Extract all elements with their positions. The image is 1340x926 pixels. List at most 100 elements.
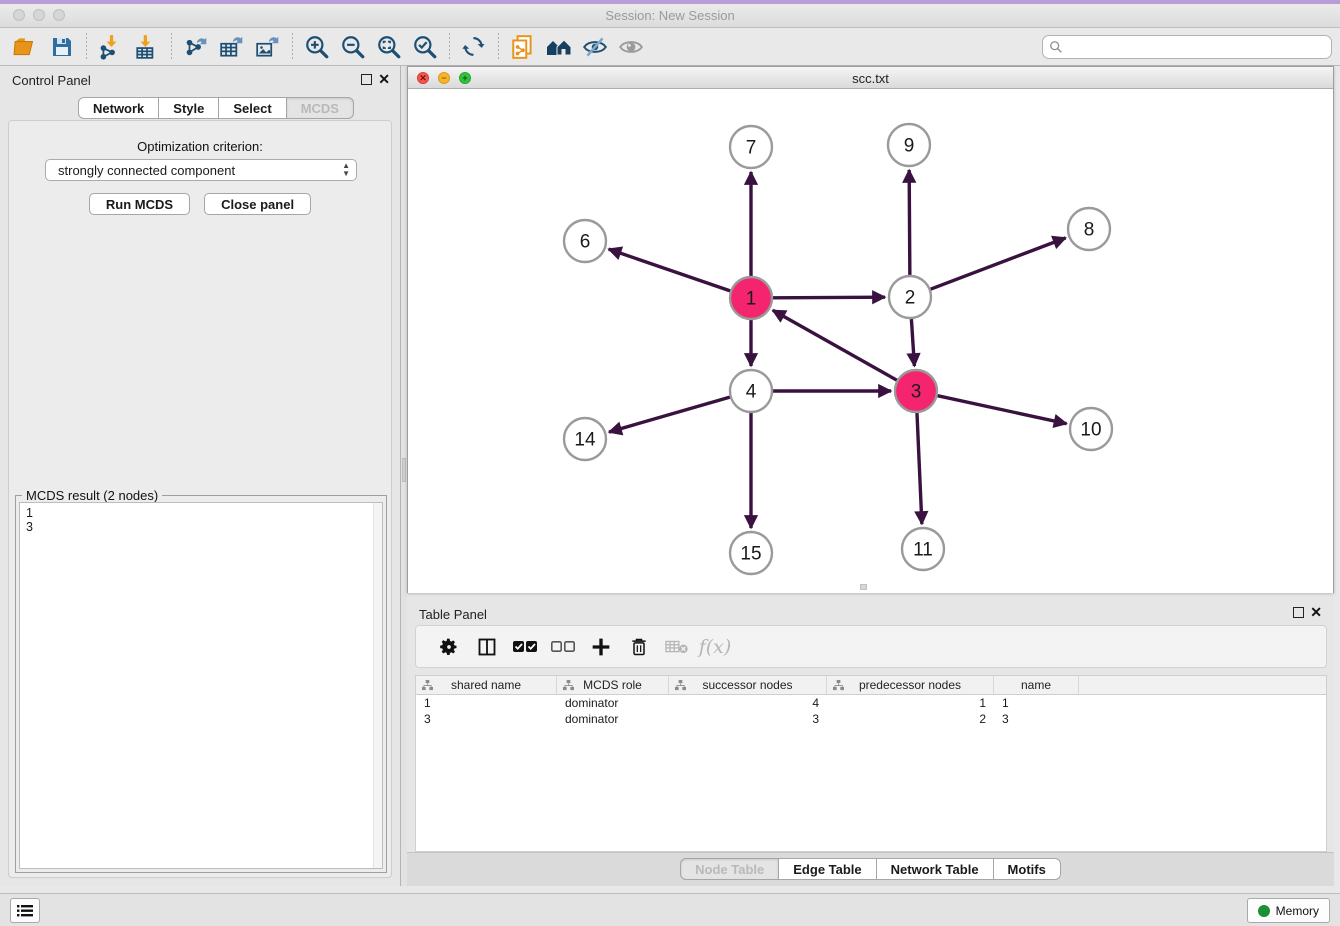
search-field[interactable] [1042, 35, 1332, 59]
tab-node-table[interactable]: Node Table [680, 858, 779, 880]
import-table-button[interactable] [129, 31, 165, 63]
zoom-selected-button[interactable] [407, 31, 443, 63]
table-row-1[interactable]: 3dominator323 [416, 711, 1326, 727]
hide-selected-button[interactable] [577, 31, 613, 63]
node-4[interactable]: 4 [730, 370, 772, 412]
edge-1-2[interactable] [773, 297, 885, 298]
zoom-out-button[interactable] [335, 31, 371, 63]
edge-2-9[interactable] [909, 170, 910, 275]
canvas-grip[interactable] [860, 584, 867, 590]
table-options-button[interactable] [430, 632, 468, 662]
show-all-columns-button[interactable] [506, 632, 544, 662]
apply-layout-button[interactable] [456, 31, 492, 63]
table-float-icon[interactable] [1293, 607, 1304, 618]
node-15[interactable]: 15 [730, 532, 772, 574]
save-session-button[interactable] [44, 31, 80, 63]
node-9[interactable]: 9 [888, 124, 930, 166]
cell-predecessor-nodes[interactable]: 2 [827, 711, 994, 727]
optimization-criterion-select[interactable]: strongly connected component ▲▼ [45, 159, 357, 181]
clone-network-button[interactable] [505, 31, 541, 63]
node-1[interactable]: 1 [730, 277, 772, 319]
edge-3-10[interactable] [937, 396, 1066, 424]
hide-all-columns-button[interactable] [544, 632, 582, 662]
float-panel-icon[interactable] [361, 74, 372, 85]
memory-button[interactable]: Memory [1247, 898, 1330, 923]
toggle-panel-button[interactable] [468, 632, 506, 662]
import-network-button[interactable] [93, 31, 129, 63]
node-8[interactable]: 8 [1068, 208, 1110, 250]
edge-3-11[interactable] [917, 413, 922, 524]
tab-select[interactable]: Select [219, 97, 286, 119]
task-history-button[interactable] [10, 898, 40, 923]
table-row-0[interactable]: 1dominator411 [416, 695, 1326, 711]
search-input[interactable] [1063, 40, 1331, 54]
splitter-grip[interactable] [402, 458, 406, 482]
tab-network[interactable]: Network [78, 97, 159, 119]
delete-columns-button[interactable] [620, 632, 658, 662]
zoom-in-button[interactable] [299, 31, 335, 63]
show-all-button[interactable] [613, 31, 649, 63]
cell-predecessor-nodes[interactable]: 1 [827, 695, 994, 711]
network-canvas[interactable]: 7 9 6 8 1 2 4 3 14 10 15 11 [408, 89, 1333, 593]
open-session-button[interactable] [8, 31, 44, 63]
tab-motifs[interactable]: Motifs [994, 858, 1061, 880]
column-header-successor-nodes[interactable]: successor nodes [669, 676, 827, 694]
node-2[interactable]: 2 [889, 276, 931, 318]
edge-1-6[interactable] [609, 249, 731, 291]
cell-shared-name[interactable]: 3 [416, 711, 557, 727]
function-builder-button[interactable]: f(x) [696, 632, 734, 662]
mcds-result-text[interactable]: 1 3 [19, 502, 383, 869]
export-table-button[interactable] [214, 31, 250, 63]
table-close-icon[interactable]: ✕ [1310, 604, 1322, 621]
zoom-fit-button[interactable] [371, 31, 407, 63]
close-panel-icon[interactable]: ✕ [378, 71, 390, 88]
column-header-name[interactable]: name [994, 676, 1079, 694]
clone-network-icon [510, 34, 536, 60]
cell-name[interactable]: 1 [994, 695, 1079, 711]
node-6[interactable]: 6 [564, 220, 606, 262]
table-panel-title: Table Panel [419, 607, 487, 622]
export-image-button[interactable] [250, 31, 286, 63]
node-label-4: 4 [746, 382, 757, 403]
export-network-button[interactable] [178, 31, 214, 63]
node-7[interactable]: 7 [730, 126, 772, 168]
split-panel-icon [477, 637, 497, 657]
cell-MCDS-role[interactable]: dominator [557, 711, 669, 727]
export-table-icon [219, 34, 245, 60]
tab-mcds[interactable]: MCDS [287, 97, 354, 119]
cell-successor-nodes[interactable]: 4 [669, 695, 827, 711]
panel-splitter[interactable] [400, 66, 407, 886]
node-3[interactable]: 3 [895, 370, 937, 412]
node-table: shared nameMCDS rolesuccessor nodesprede… [415, 675, 1327, 852]
column-header-filler [1079, 676, 1326, 694]
node-14[interactable]: 14 [564, 418, 606, 460]
run-mcds-button[interactable]: Run MCDS [89, 193, 190, 215]
first-neighbors-button[interactable] [541, 31, 577, 63]
tab-style[interactable]: Style [159, 97, 219, 119]
edge-2-8[interactable] [931, 238, 1066, 289]
delete-table-button[interactable] [658, 632, 696, 662]
node-10[interactable]: 10 [1070, 408, 1112, 450]
result-scrollbar[interactable] [373, 503, 382, 868]
app-title: Session: New Session [0, 8, 1340, 23]
import-network-icon [98, 34, 124, 60]
tab-network-table[interactable]: Network Table [877, 858, 994, 880]
cell-name[interactable]: 3 [994, 711, 1079, 727]
column-header-MCDS-role[interactable]: MCDS role [557, 676, 669, 694]
create-column-button[interactable] [582, 632, 620, 662]
edge-3-1[interactable] [773, 310, 897, 380]
cell-successor-nodes[interactable]: 3 [669, 711, 827, 727]
tab-edge-table[interactable]: Edge Table [779, 858, 876, 880]
network-window-titlebar[interactable]: ✕ − + scc.txt [408, 67, 1333, 89]
close-panel-button[interactable]: Close panel [204, 193, 311, 215]
zoom-out-icon [340, 34, 366, 60]
cell-MCDS-role[interactable]: dominator [557, 695, 669, 711]
column-header-predecessor-nodes[interactable]: predecessor nodes [827, 676, 994, 694]
node-11[interactable]: 11 [902, 528, 944, 570]
cell-shared-name[interactable]: 1 [416, 695, 557, 711]
node-label-2: 2 [905, 288, 916, 309]
edge-4-14[interactable] [609, 397, 730, 432]
edge-2-3[interactable] [911, 319, 914, 366]
column-header-shared-name[interactable]: shared name [416, 676, 557, 694]
optimization-criterion-label: Optimization criterion: [9, 139, 391, 154]
